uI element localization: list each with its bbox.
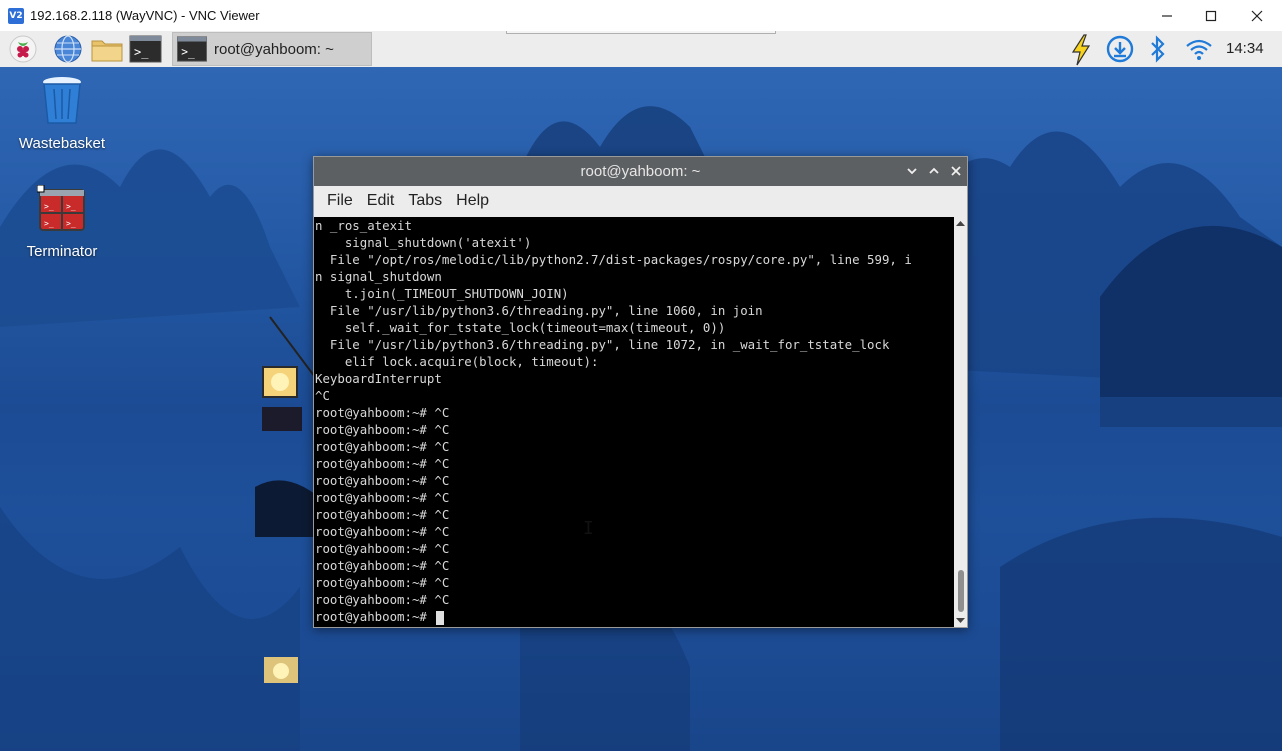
terminal-icon[interactable]: >_ xyxy=(129,34,162,64)
terminal-line: File "/usr/lib/python3.6/threading.py", … xyxy=(315,303,763,318)
menu-file[interactable]: File xyxy=(320,192,360,210)
taskbar-terminal-button[interactable]: >_ root@yahboom: ~ xyxy=(172,32,372,66)
terminal-line: root@yahboom:~# ^C xyxy=(315,456,450,471)
terminal-line: root@yahboom:~# ^C xyxy=(315,575,450,590)
terminal-line: root@yahboom:~# ^C xyxy=(315,558,450,573)
clock[interactable]: 14:34 xyxy=(1226,40,1264,57)
svg-text:>_: >_ xyxy=(66,202,76,211)
terminal-line: self._wait_for_tstate_lock(timeout=max(t… xyxy=(315,320,726,335)
svg-text:>_: >_ xyxy=(44,202,54,211)
terminal-line: root@yahboom:~# ^C xyxy=(315,439,450,454)
raspberry-menu-icon[interactable] xyxy=(8,34,38,64)
terminal-line: n _ros_atexit xyxy=(315,218,412,233)
terminal-line: ^C xyxy=(315,388,330,403)
terminal-line: elif lock.acquire(block, timeout): xyxy=(315,354,599,369)
vnc-window-title: 192.168.2.118 (WayVNC) - VNC Viewer xyxy=(30,8,260,23)
vnc-logo-icon: V2 xyxy=(8,7,24,24)
terminal-output[interactable]: n _ros_atexit signal_shutdown('atexit') … xyxy=(314,217,954,627)
terminal-window[interactable]: root@yahboom: ~ File Edit Tabs Help n _r… xyxy=(313,156,968,628)
menu-edit[interactable]: Edit xyxy=(360,192,402,210)
terminal-line: File "/usr/lib/python3.6/threading.py", … xyxy=(315,337,890,352)
chevron-down-icon[interactable] xyxy=(904,163,920,179)
terminal-scrollbar[interactable] xyxy=(954,217,967,627)
menu-help[interactable]: Help xyxy=(449,192,496,210)
svg-text:>_: >_ xyxy=(66,219,76,228)
taskbar-terminal-label: root@yahboom: ~ xyxy=(214,40,334,58)
terminal-prompt-line[interactable]: root@yahboom:~# xyxy=(314,608,954,625)
terminal-line: root@yahboom:~# ^C xyxy=(315,592,450,607)
power-bolt-icon[interactable] xyxy=(1068,34,1094,66)
terminal-line: root@yahboom:~# ^C xyxy=(315,422,450,437)
download-update-icon[interactable] xyxy=(1105,34,1135,64)
wastebasket-icon xyxy=(43,77,81,124)
close-icon[interactable] xyxy=(1234,0,1280,31)
terminator-label: Terminator xyxy=(26,243,98,260)
terminal-line: root@yahboom:~# ^C xyxy=(315,541,450,556)
svg-text:>_: >_ xyxy=(181,46,195,59)
web-browser-icon[interactable] xyxy=(53,34,83,64)
scroll-down-icon[interactable] xyxy=(956,616,965,624)
terminal-line: File "/opt/ros/melodic/lib/python2.7/dis… xyxy=(315,252,912,267)
bluetooth-icon[interactable] xyxy=(1146,34,1170,64)
vnc-toolbar-handle[interactable] xyxy=(506,31,776,34)
text-cursor xyxy=(436,610,445,625)
mouse-ibeam-cursor-icon: I xyxy=(583,518,594,539)
terminal-close-icon[interactable] xyxy=(948,163,964,179)
terminal-line: n signal_shutdown xyxy=(315,269,442,284)
wastebasket-label: Wastebasket xyxy=(18,135,106,152)
terminator-desktop-icon[interactable]: >_ >_ >_ >_ Terminator xyxy=(7,184,117,260)
svg-text:>_: >_ xyxy=(134,45,149,59)
terminal-prompt: root@yahboom:~# xyxy=(315,609,435,624)
terminal-line: root@yahboom:~# ^C xyxy=(315,524,450,539)
terminal-line: KeyboardInterrupt xyxy=(315,371,442,386)
menu-tabs[interactable]: Tabs xyxy=(401,192,449,210)
chevron-up-icon[interactable] xyxy=(926,163,942,179)
terminal-line: root@yahboom:~# ^C xyxy=(315,507,450,522)
terminal-window-title: root@yahboom: ~ xyxy=(580,163,701,180)
scrollbar-thumb[interactable] xyxy=(958,570,964,612)
terminal-menubar: File Edit Tabs Help xyxy=(314,186,967,216)
terminal-line: signal_shutdown('atexit') xyxy=(315,235,532,250)
maximize-icon[interactable] xyxy=(1188,0,1234,31)
terminal-task-icon: >_ xyxy=(177,36,207,62)
terminal-line: root@yahboom:~# ^C xyxy=(315,490,450,505)
top-panel: >_ >_ root@yahboom: ~ 14:34 xyxy=(0,31,1282,68)
svg-text:>_: >_ xyxy=(44,219,54,228)
terminal-titlebar[interactable]: root@yahboom: ~ xyxy=(314,157,967,186)
vnc-titlebar: V2 192.168.2.118 (WayVNC) - VNC Viewer xyxy=(0,0,1282,32)
minimize-icon[interactable] xyxy=(1144,0,1190,31)
wifi-icon[interactable] xyxy=(1184,34,1214,64)
terminal-line: root@yahboom:~# ^C xyxy=(315,473,450,488)
terminal-line: t.join(_TIMEOUT_SHUTDOWN_JOIN) xyxy=(315,286,569,301)
scroll-up-icon[interactable] xyxy=(956,219,965,227)
file-manager-icon[interactable] xyxy=(90,34,124,64)
terminal-line: root@yahboom:~# ^C xyxy=(315,405,450,420)
terminator-icon: >_ >_ >_ >_ xyxy=(36,184,85,231)
wastebasket-desktop-icon[interactable]: Wastebasket xyxy=(7,73,117,152)
